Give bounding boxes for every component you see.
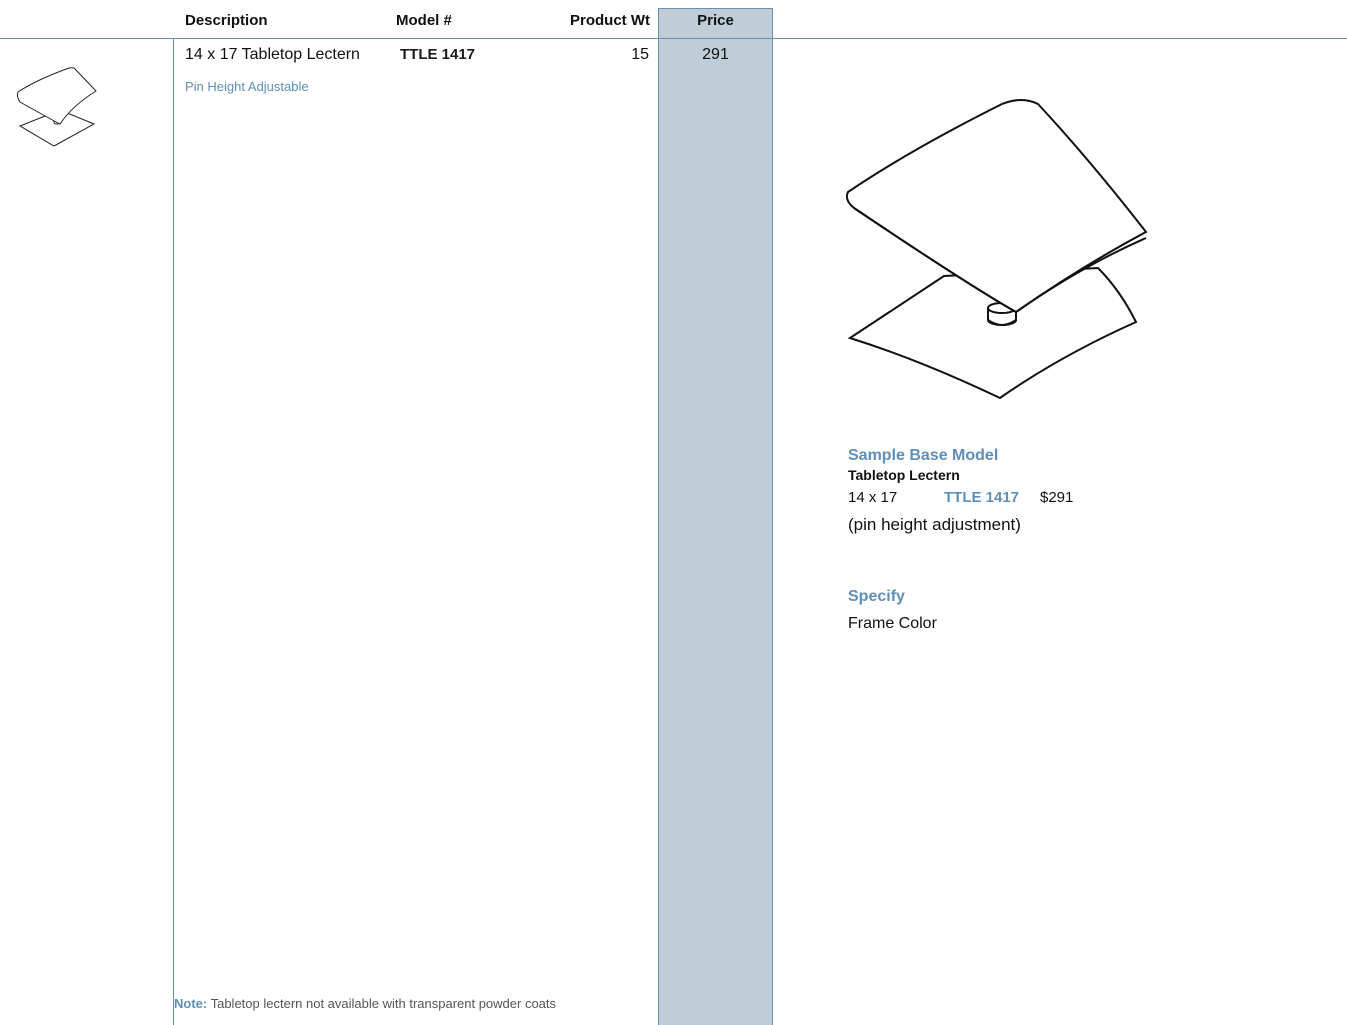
header-model: Model # [396,12,452,29]
specify-heading: Specify [848,588,905,605]
footnote-text: Tabletop lectern not available with tran… [207,996,557,1011]
footnote-label: Note: [174,996,208,1011]
lectern-illustration [845,99,1148,400]
price-column [658,8,773,1025]
header-rule [0,38,1347,39]
sample-price: $291 [1040,489,1074,506]
row-description: 14 x 17 Tabletop Lectern [185,46,360,63]
column-divider [173,38,174,1025]
sample-product: Tabletop Lectern [848,467,960,483]
row-option: Pin Height Adjustable [185,79,309,94]
lectern-thumbnail-icon [16,67,97,147]
row-price: 291 [702,46,729,63]
specify-item: Frame Color [848,615,937,632]
row-weight: 15 [631,46,649,63]
sample-adjustment: (pin height adjustment) [848,515,1021,534]
sample-size: 14 x 17 [848,489,898,506]
header-description: Description [185,12,268,29]
header-price: Price [697,12,734,29]
sample-model: TTLE 1417 [944,489,1020,506]
header-weight: Product Wt [570,12,650,29]
sample-heading: Sample Base Model [848,447,999,464]
footnote: Note: Tabletop lectern not available wit… [174,996,556,1011]
row-model: TTLE 1417 [400,46,476,63]
